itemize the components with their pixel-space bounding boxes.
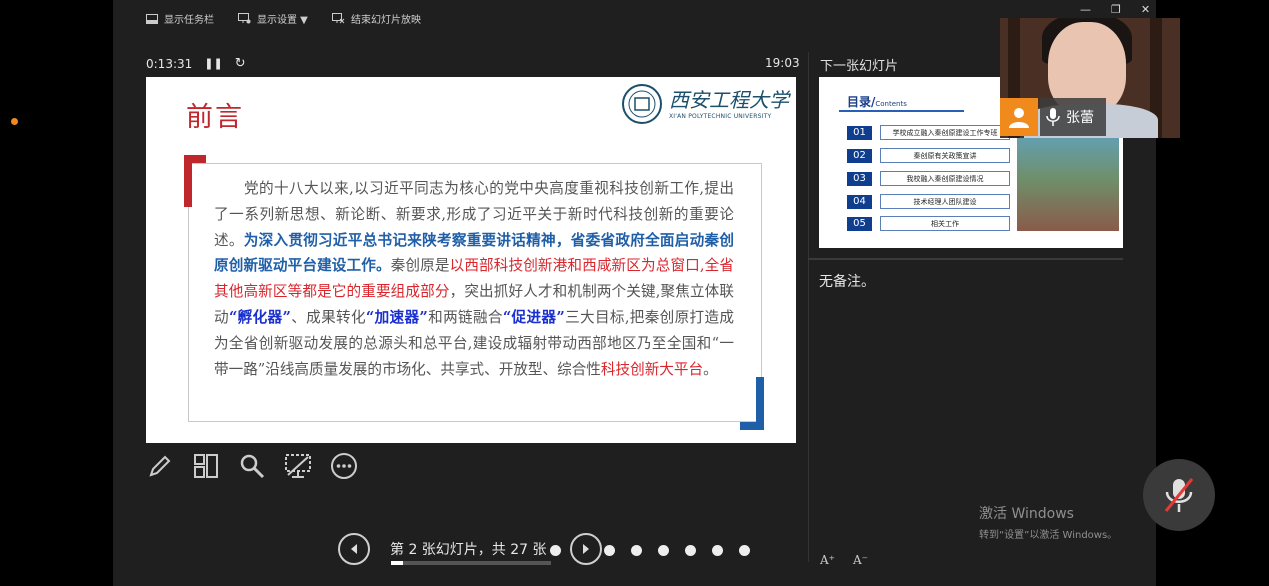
speaker-notes: 无备注。 <box>819 274 875 290</box>
magnifier-icon <box>240 454 265 479</box>
toc-label: 技术经理人团队建设 <box>880 194 1010 209</box>
toc-number: 02 <box>847 148 872 163</box>
elapsed-time: 0:13:31 <box>146 56 193 71</box>
more-icon <box>331 453 357 479</box>
end-show-label: 结束幻灯片放映 <box>351 15 421 26</box>
slide-text-run: “加速器” <box>365 308 428 326</box>
avatar <box>1000 98 1038 136</box>
user-icon <box>1009 108 1029 128</box>
toc-label: 我校融入秦创原建设情况 <box>880 171 1010 186</box>
toc-row: 02 秦创原有关政策宣讲 <box>847 148 1010 163</box>
slide-text-run: 、成果转化 <box>290 308 366 326</box>
next-slide-button[interactable] <box>570 533 602 565</box>
dot <box>550 545 561 556</box>
font-size-buttons: A⁺ A⁻ <box>820 553 868 567</box>
slide-text-run: 秦创原是 <box>390 257 450 275</box>
clock: 19:03 <box>765 56 800 70</box>
monitor-gear-icon <box>238 13 251 24</box>
dot <box>739 545 750 556</box>
notes-divider <box>808 258 1123 260</box>
toc-number: 01 <box>847 125 872 140</box>
toc-title: 目录/Contents <box>847 95 907 109</box>
next-slide-label: 下一张幻灯片 <box>820 59 899 74</box>
arrow-left-icon <box>351 544 357 554</box>
mute-button[interactable] <box>1143 459 1215 531</box>
status-dot <box>11 118 18 125</box>
current-slide[interactable]: 前言 西安工程大学 XI'AN POLYTECHNIC UNIVERSITY 党… <box>146 77 796 443</box>
pen-tool[interactable] <box>146 452 174 480</box>
dot <box>631 545 642 556</box>
zoom-tool[interactable] <box>238 452 266 480</box>
slide-tools <box>146 452 358 480</box>
microphone-muted-icon <box>1164 478 1194 512</box>
dot <box>658 545 669 556</box>
restore-icon[interactable]: ❐ <box>1111 3 1121 16</box>
panel-divider <box>808 52 809 562</box>
toc-row: 01 学校成立融入秦创原建设工作专班 <box>847 125 1010 140</box>
slide-text-run: “促进器” <box>502 308 565 326</box>
screen-icon <box>285 454 311 478</box>
increase-font-button[interactable]: A⁺ <box>820 553 835 567</box>
arrow-right-icon <box>583 544 589 554</box>
dot <box>685 545 696 556</box>
slide-title: 前言 <box>186 102 244 133</box>
close-icon[interactable]: ✕ <box>1141 3 1150 16</box>
toc-number: 04 <box>847 194 872 209</box>
university-seal-icon <box>622 84 662 124</box>
pen-icon <box>149 455 171 477</box>
participant-name: 张蕾 <box>1066 110 1094 126</box>
microphone-icon <box>1046 108 1060 126</box>
activation-hint: 转到“设置”以激活 Windows。 <box>979 530 1118 541</box>
previous-slide-button[interactable] <box>338 533 370 565</box>
see-all-slides-tool[interactable] <box>192 452 220 480</box>
slide-text-run: 科技创新大平台 <box>600 360 704 378</box>
dot <box>712 545 723 556</box>
taskbar-icon <box>146 13 158 24</box>
participant-tag: 张蕾 <box>1040 98 1106 136</box>
dot <box>604 545 615 556</box>
activation-title: 激活 Windows <box>979 506 1074 522</box>
show-taskbar-label: 显示任务栏 <box>164 15 214 26</box>
university-logo: 西安工程大学 XI'AN POLYTECHNIC UNIVERSITY <box>621 83 789 125</box>
toc-label: 秦创原有关政策宣讲 <box>880 148 1010 163</box>
decrease-font-button[interactable]: A⁻ <box>853 553 868 567</box>
slide-counter: 第 2 张幻灯片，共 27 张 <box>390 542 547 558</box>
toc-label: 相关工作 <box>880 216 1010 231</box>
timer-bar: 0:13:31 ❚❚ ↻ <box>146 56 246 71</box>
red-corner-bracket <box>184 155 206 207</box>
window-controls: — ❐ ✕ <box>1080 3 1150 16</box>
end-show-icon <box>332 13 345 24</box>
toc-row: 05 相关工作 <box>847 216 1010 231</box>
university-name-en: XI'AN POLYTECHNIC UNIVERSITY <box>669 112 772 120</box>
slide-progress <box>391 561 551 565</box>
windows-activation-watermark: 激活 Windows 转到“设置”以激活 Windows。 <box>979 503 1117 541</box>
toc-row: 04 技术经理人团队建设 <box>847 194 1010 209</box>
end-show-button[interactable]: 结束幻灯片放映 <box>332 11 421 26</box>
university-name: 西安工程大学 <box>669 87 789 112</box>
black-screen-tool[interactable] <box>284 452 312 480</box>
slide-text-run: 。 <box>703 360 718 378</box>
pause-icon[interactable]: ❚❚ <box>204 57 222 70</box>
display-settings-label: 显示设置 ▼ <box>257 15 308 26</box>
more-options-tool[interactable] <box>330 452 358 480</box>
display-settings-button[interactable]: 显示设置 ▼ <box>238 11 308 26</box>
toc-label: 学校成立融入秦创原建设工作专班 <box>880 125 1010 140</box>
toc-row: 03 我校融入秦创原建设情况 <box>847 171 1010 186</box>
toc-underline <box>839 110 964 112</box>
toc-number: 03 <box>847 171 872 186</box>
grid-icon <box>194 454 218 478</box>
blue-corner-bracket <box>740 377 764 430</box>
minimize-icon[interactable]: — <box>1080 3 1091 16</box>
toc-number: 05 <box>847 216 872 231</box>
slide-text-run: 和两链融合 <box>427 308 503 326</box>
show-taskbar-button[interactable]: 显示任务栏 <box>146 11 214 26</box>
slide-progress-fill <box>391 561 403 565</box>
reset-icon[interactable]: ↻ <box>235 56 246 71</box>
slide-body-text: 党的十八大以来,以习近平同志为核心的党中央高度重视科技创新工作,提出了一系列新思… <box>214 176 734 382</box>
slide-text-run: “孵化器” <box>228 308 291 326</box>
